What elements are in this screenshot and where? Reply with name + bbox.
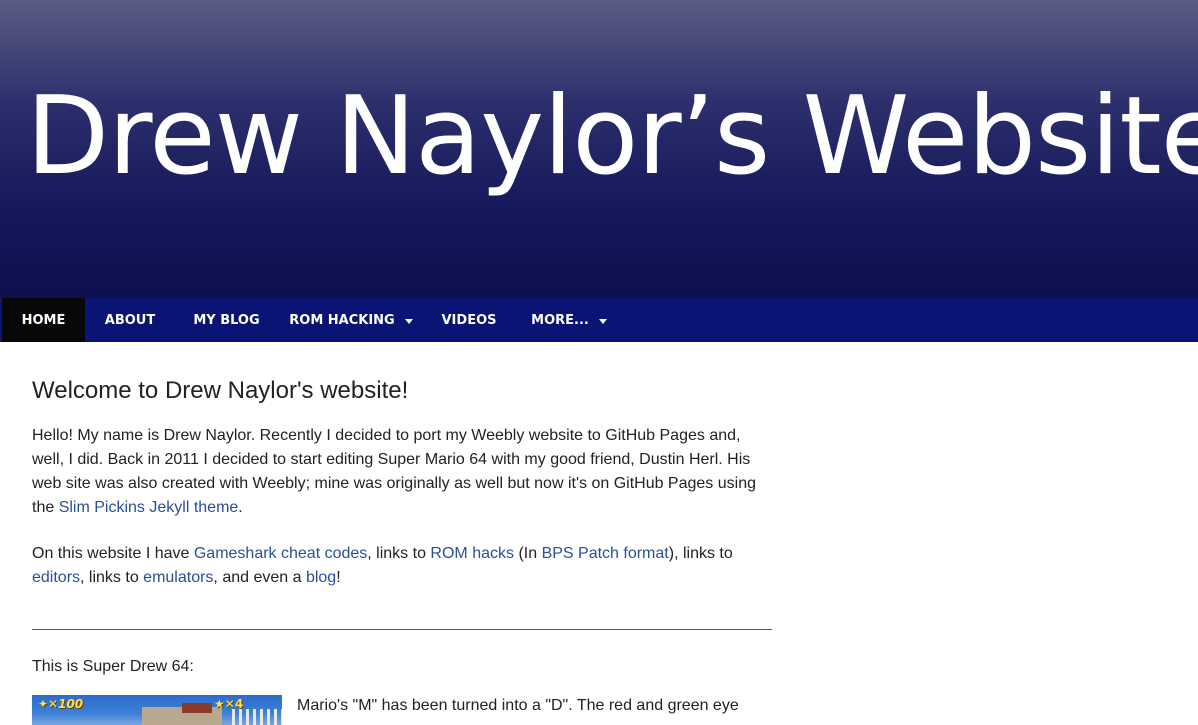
links-text: On this website I have bbox=[32, 545, 194, 562]
nav-item-label: HOME bbox=[21, 312, 66, 328]
page-title: Welcome to Drew Naylor's website! bbox=[32, 377, 409, 404]
nav-item-label: MY BLOG bbox=[193, 312, 260, 328]
slim-pickins-theme-link[interactable]: Slim Pickins Jekyll theme bbox=[59, 499, 239, 516]
links-text: , and even a bbox=[213, 569, 306, 586]
main-nav: HOME ABOUT MY BLOG ROM HACKING VIDEOS MO… bbox=[0, 298, 1198, 342]
nav-item-my-blog[interactable]: MY BLOG bbox=[175, 298, 278, 342]
site-header: Drew Naylor’s Website bbox=[0, 0, 1198, 298]
nav-item-home[interactable]: HOME bbox=[2, 298, 85, 342]
links-paragraph: On this website I have Gameshark cheat c… bbox=[32, 542, 772, 590]
nav-item-about[interactable]: ABOUT bbox=[85, 298, 175, 342]
links-text: (In bbox=[514, 545, 542, 562]
nav-item-label: VIDEOS bbox=[441, 312, 497, 328]
nav-item-label: ROM HACKING bbox=[289, 312, 395, 328]
editors-link[interactable]: editors bbox=[32, 569, 80, 586]
site-title[interactable]: Drew Naylor’s Website bbox=[26, 72, 1198, 202]
nav-item-label: MORE... bbox=[531, 312, 589, 328]
chevron-down-icon bbox=[598, 318, 607, 324]
intro-text-end: . bbox=[238, 499, 243, 516]
links-text: ! bbox=[336, 569, 341, 586]
super-drew-64-screenshot: ✦✕100 ★✕4 bbox=[32, 695, 282, 725]
bps-patch-format-link[interactable]: BPS Patch format bbox=[542, 545, 669, 562]
nav-item-label: ABOUT bbox=[104, 312, 156, 328]
horizontal-divider bbox=[32, 629, 772, 630]
nav-item-videos[interactable]: VIDEOS bbox=[424, 298, 514, 342]
links-text: , links to bbox=[367, 545, 431, 562]
image-description: Mario's "M" has been turned into a "D". … bbox=[297, 697, 739, 714]
links-text: , links to bbox=[80, 569, 144, 586]
star-counter-hud: ★✕4 bbox=[214, 697, 244, 711]
super-drew-caption: This is Super Drew 64: bbox=[32, 658, 194, 675]
emulators-link[interactable]: emulators bbox=[143, 569, 213, 586]
fence-shape bbox=[232, 709, 282, 725]
intro-paragraph: Hello! My name is Drew Naylor. Recently … bbox=[32, 424, 772, 520]
roof-shape bbox=[182, 703, 212, 713]
nav-item-more[interactable]: MORE... bbox=[514, 298, 624, 342]
nav-item-rom-hacking[interactable]: ROM HACKING bbox=[278, 298, 424, 342]
gameshark-codes-link[interactable]: Gameshark cheat codes bbox=[194, 545, 367, 562]
blog-link[interactable]: blog bbox=[306, 569, 336, 586]
chevron-down-icon bbox=[404, 318, 413, 324]
rom-hacks-link[interactable]: ROM hacks bbox=[430, 545, 514, 562]
coin-counter-hud: ✦✕100 bbox=[38, 697, 84, 711]
links-text: ), links to bbox=[668, 545, 733, 562]
